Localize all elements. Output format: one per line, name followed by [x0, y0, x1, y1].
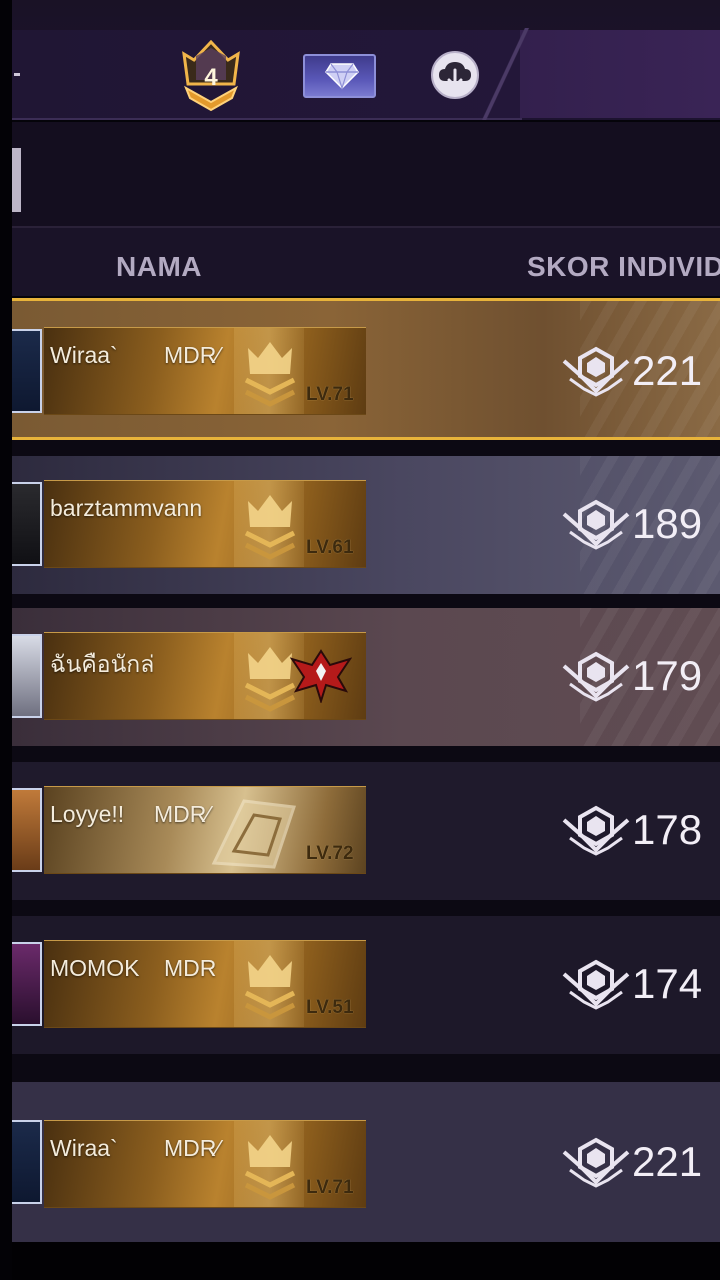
player-level: LV.61 — [306, 537, 354, 558]
left-edge-shadow — [0, 0, 12, 1280]
score-value: 189 — [632, 500, 703, 547]
diamond-card-button[interactable] — [303, 54, 376, 98]
table-row[interactable]: MOMOK MDR LV.51 174 — [12, 916, 720, 1054]
score-emblem-icon — [562, 959, 630, 1010]
player-level: LV.71 — [306, 1177, 354, 1198]
table-row[interactable]: Loyye!! MDR⁄ LV.72 178 — [12, 762, 720, 900]
avatar[interactable] — [12, 329, 42, 413]
crown-badge-icon — [244, 1135, 296, 1200]
player-name: barztammvann — [50, 495, 203, 521]
top-bar-right-panel — [520, 30, 720, 118]
row-separator — [12, 594, 720, 608]
player-banner[interactable]: Loyye!! MDR⁄ LV.72 — [44, 786, 366, 874]
player-name: Wiraa` — [50, 1135, 118, 1161]
score-value: 221 — [632, 347, 703, 394]
guild-tag: MDR⁄ — [164, 1135, 221, 1161]
filter-tab-indicator[interactable] — [12, 148, 21, 212]
column-score-header: SKOR INDIVIDU — [527, 251, 720, 282]
score-value: 178 — [632, 806, 703, 853]
player-level: LV.71 — [306, 384, 354, 405]
player-level: LV.72 — [306, 843, 354, 864]
row-separator — [12, 900, 720, 916]
crown-badge-icon — [244, 342, 296, 407]
guild-tag: MDR⁄ — [164, 342, 221, 368]
eagle-emblem-icon — [290, 649, 352, 703]
score-emblem-icon — [562, 651, 630, 702]
player-banner[interactable]: barztammvann LV.61 — [44, 480, 366, 568]
player-name: MOMOK — [50, 955, 140, 981]
bottom-bar — [0, 1242, 720, 1280]
guild-tag: MDR — [164, 955, 217, 981]
score-emblem-icon — [562, 346, 630, 397]
avatar[interactable] — [12, 482, 42, 566]
score-cell: 221 — [562, 1134, 720, 1194]
score-emblem-icon — [562, 499, 630, 550]
player-banner[interactable]: MOMOK MDR LV.51 — [44, 940, 366, 1028]
cloud-download-icon — [439, 62, 471, 89]
diamond-card-icon — [325, 63, 359, 90]
avatar[interactable] — [12, 1120, 42, 1204]
row-separator — [12, 440, 720, 456]
score-emblem-icon — [562, 1137, 630, 1188]
player-banner[interactable]: ฉันคือนักล่ — [44, 632, 366, 720]
score-cell: 179 — [562, 648, 720, 708]
score-emblem-icon — [562, 805, 630, 856]
top-bar-divider — [475, 28, 535, 120]
player-banner[interactable]: Wiraa` MDR⁄ LV.71 — [44, 327, 366, 415]
crown-badge-icon — [244, 955, 296, 1020]
cloud-download-button[interactable] — [431, 51, 479, 99]
own-rank-row[interactable]: Wiraa` MDR⁄ LV.71 221 — [12, 1082, 720, 1242]
score-value: 179 — [632, 652, 703, 699]
player-level: LV.51 — [306, 997, 354, 1018]
avatar[interactable] — [12, 788, 42, 872]
table-row[interactable]: Wiraa` MDR⁄ LV.71 221 — [12, 298, 720, 440]
score-cell: 189 — [562, 496, 720, 556]
player-name: ฉันคือนักล่ — [50, 651, 155, 677]
rank-number: 4 — [204, 64, 218, 91]
row-separator — [12, 1054, 720, 1082]
column-name-header: NAMA — [116, 251, 202, 282]
rank-badge[interactable]: 4 — [176, 39, 246, 112]
avatar[interactable] — [12, 942, 42, 1026]
score-value: 174 — [632, 960, 703, 1007]
table-row[interactable]: barztammvann LV.61 189 — [12, 456, 720, 594]
back-indicator[interactable] — [14, 73, 20, 76]
score-cell: 221 — [562, 343, 720, 403]
guild-tag: MDR⁄ — [154, 801, 211, 827]
table-header: NAMA SKOR INDIVIDU — [12, 228, 720, 296]
score-cell: 174 — [562, 956, 720, 1016]
score-cell: 178 — [562, 802, 720, 862]
player-name: Wiraa` — [50, 342, 118, 368]
player-name: Loyye!! — [50, 801, 125, 827]
row-separator — [12, 746, 720, 762]
player-banner[interactable]: Wiraa` MDR⁄ LV.71 — [44, 1120, 366, 1208]
score-value: 221 — [632, 1138, 703, 1185]
avatar[interactable] — [12, 634, 42, 718]
crown-badge-icon — [244, 495, 296, 560]
filter-bar — [12, 122, 720, 228]
table-row[interactable]: ฉันคือนักล่ 179 — [12, 608, 720, 746]
